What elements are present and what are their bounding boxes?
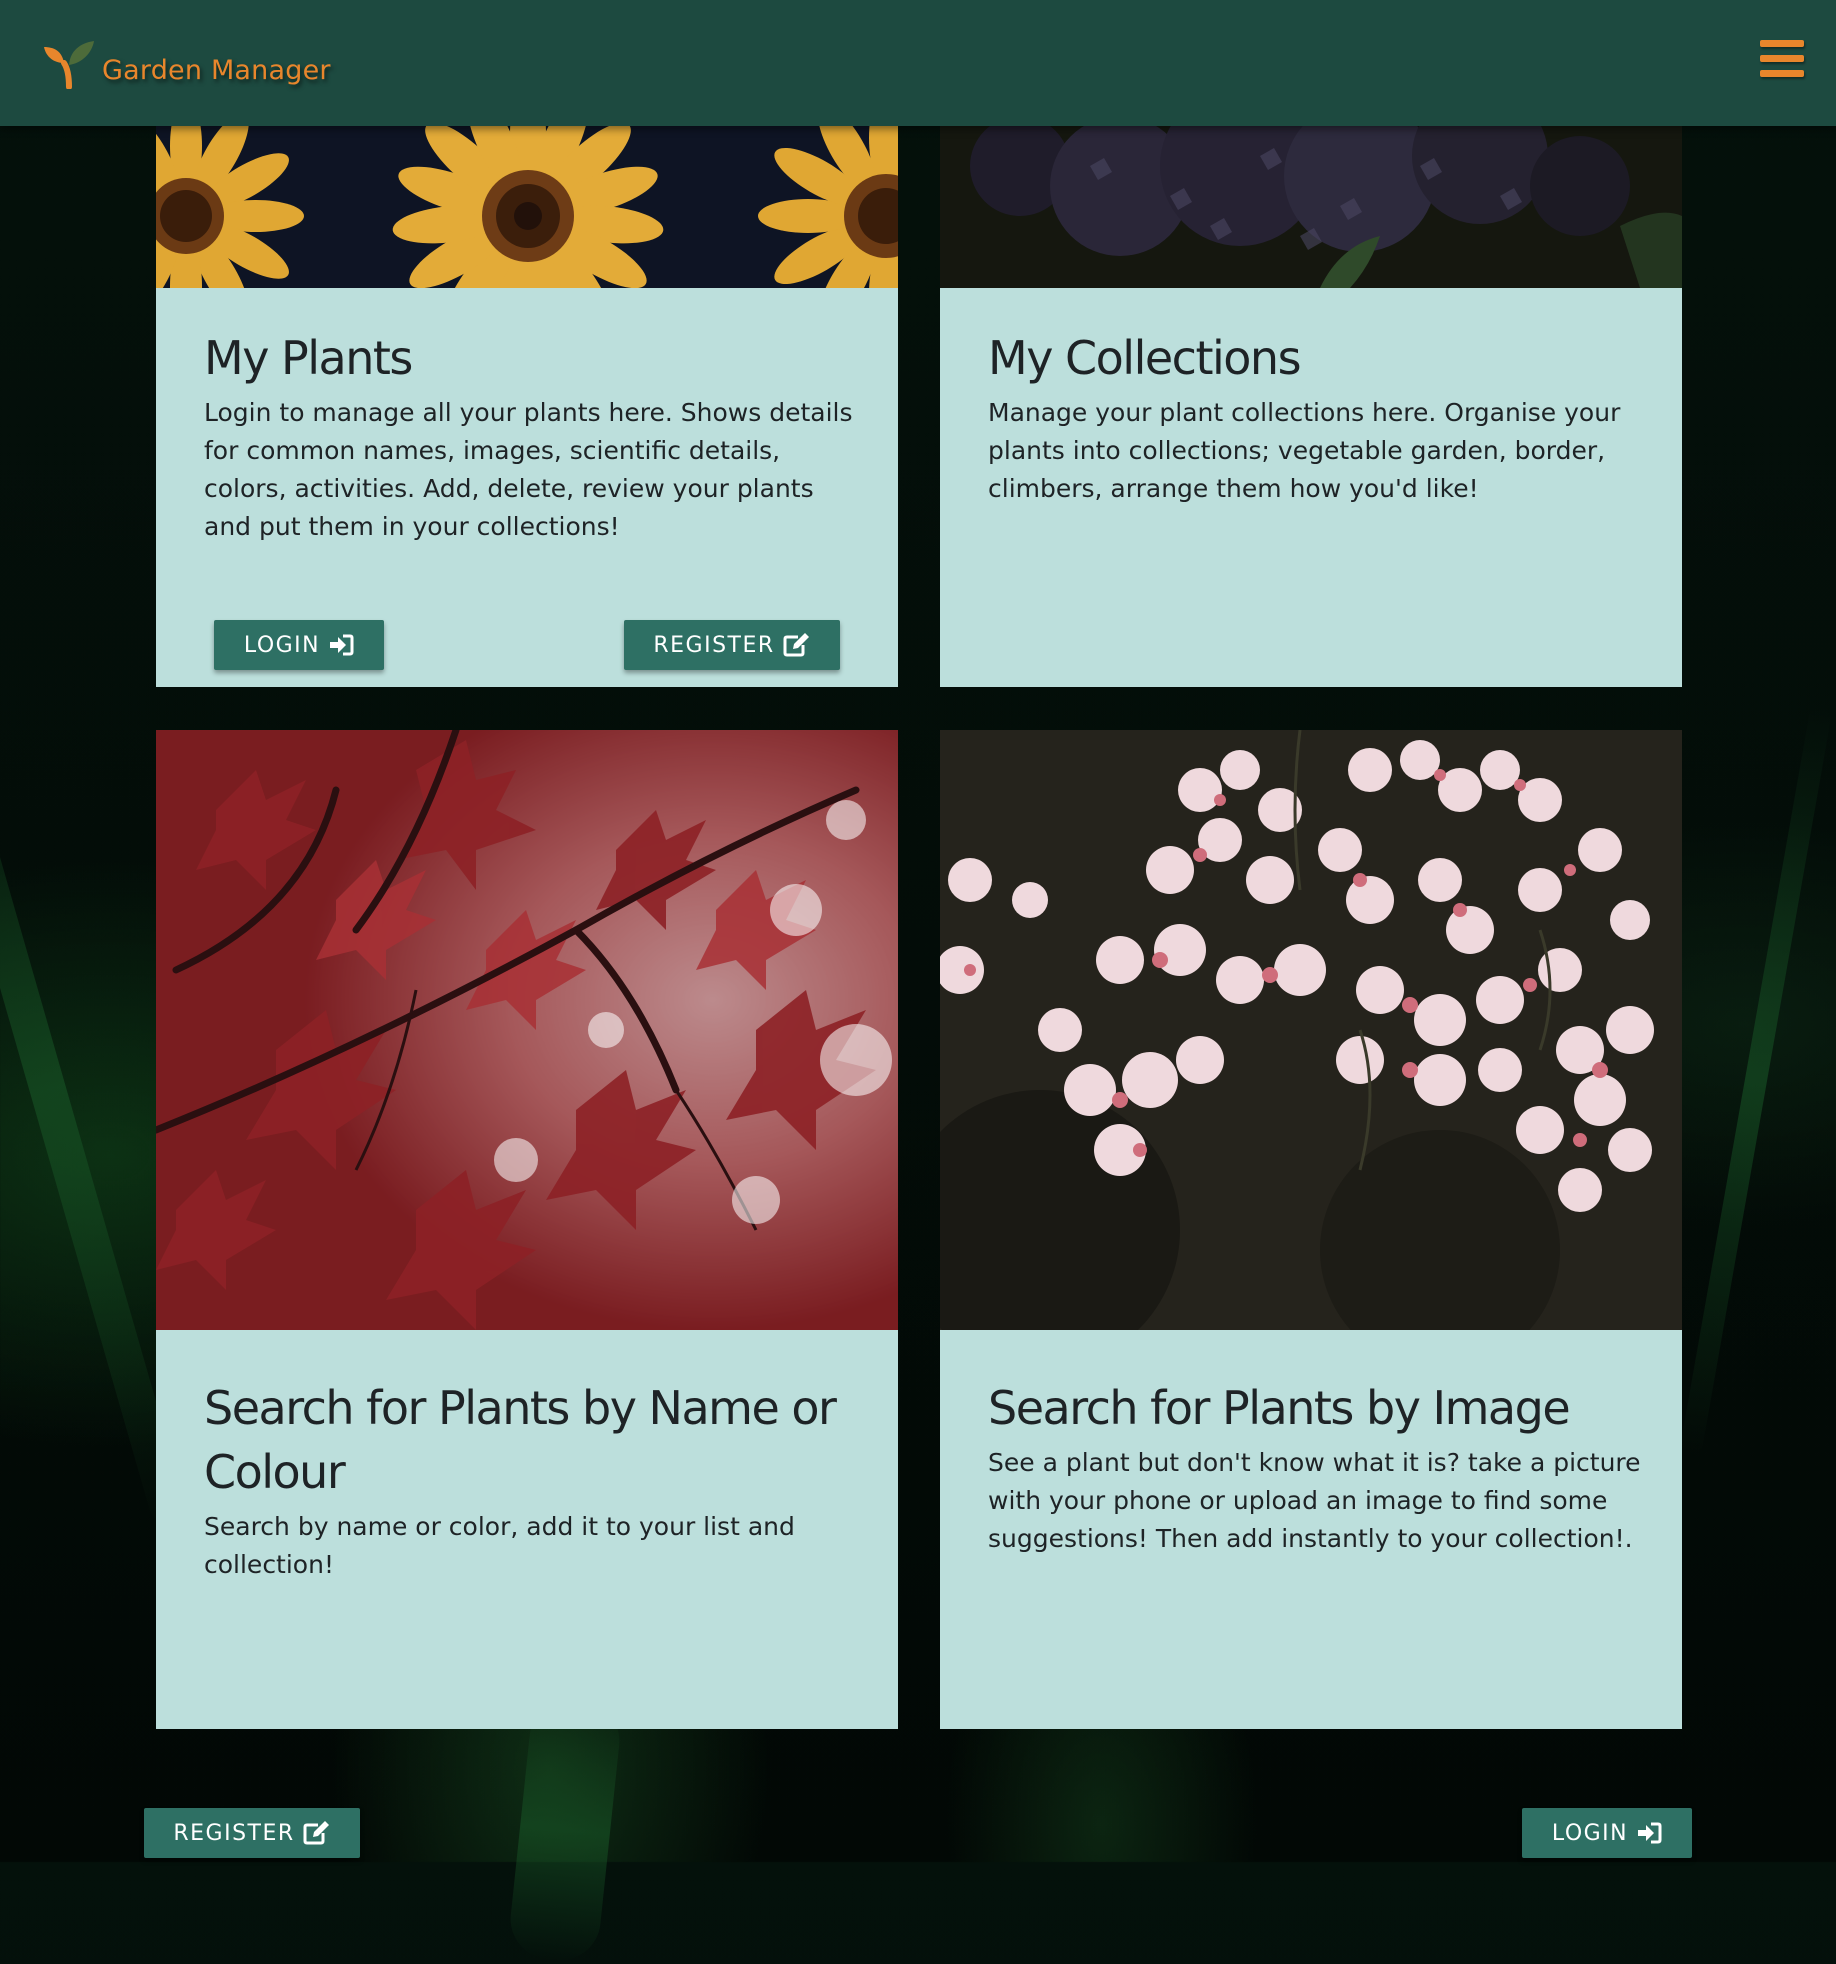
- edit-icon: [303, 1821, 329, 1845]
- menu-bar: [1760, 40, 1804, 47]
- card-my-plants: My Plants Login to manage all your plant…: [156, 126, 898, 687]
- footer-login-button[interactable]: LOGIN: [1522, 1808, 1692, 1858]
- background-grass-blade: [506, 1696, 624, 1964]
- background-grass-blade: [1679, 703, 1833, 1457]
- login-button-label: LOGIN: [243, 632, 321, 658]
- sign-in-icon: [1638, 1822, 1662, 1844]
- register-button[interactable]: REGISTER: [624, 620, 840, 670]
- footer-register-label: REGISTER: [173, 1820, 295, 1846]
- card-image-red-maple: [156, 730, 898, 1330]
- brand-name: Garden Manager: [102, 54, 331, 86]
- card-description: Manage your plant collections here. Orga…: [988, 398, 1621, 503]
- register-button-label: REGISTER: [653, 632, 775, 658]
- sign-in-icon: [330, 634, 354, 656]
- card-body: Search for Plants by Name or Colour Sear…: [156, 1330, 898, 1729]
- card-my-collections: My Collections Manage your plant collect…: [940, 126, 1682, 687]
- card-image-sunflowers: [156, 126, 898, 288]
- login-button[interactable]: LOGIN: [214, 620, 384, 670]
- card-search-by-image: Search for Plants by Image See a plant b…: [940, 730, 1682, 1729]
- menu-bar: [1760, 70, 1804, 77]
- card-title: My Plants: [204, 331, 413, 385]
- footer-login-label: LOGIN: [1551, 1820, 1629, 1846]
- card-description: Search by name or color, add it to your …: [204, 1512, 795, 1579]
- card-body: My Plants Login to manage all your plant…: [156, 288, 898, 687]
- card-description: See a plant but don't know what it is? t…: [988, 1448, 1641, 1553]
- edit-icon: [783, 633, 809, 657]
- card-search-by-name: Search for Plants by Name or Colour Sear…: [156, 730, 898, 1729]
- card-body: My Collections Manage your plant collect…: [940, 288, 1682, 687]
- card-title: My Collections: [988, 331, 1302, 385]
- navbar: Garden Manager: [0, 0, 1836, 126]
- card-body: Search for Plants by Image See a plant b…: [940, 1330, 1682, 1729]
- card-image-blossoms: [940, 730, 1682, 1330]
- card-image-hydrangea: [940, 126, 1682, 288]
- card-title: Search for Plants by Image: [988, 1381, 1571, 1435]
- hamburger-menu-icon[interactable]: [1760, 38, 1806, 80]
- sprout-icon: [44, 41, 94, 89]
- card-description: Login to manage all your plants here. Sh…: [204, 398, 853, 541]
- brand-link[interactable]: Garden Manager: [42, 36, 331, 92]
- footer-register-button[interactable]: REGISTER: [144, 1808, 360, 1858]
- card-title: Search for Plants by Name or Colour: [204, 1381, 837, 1499]
- menu-bar: [1760, 55, 1804, 62]
